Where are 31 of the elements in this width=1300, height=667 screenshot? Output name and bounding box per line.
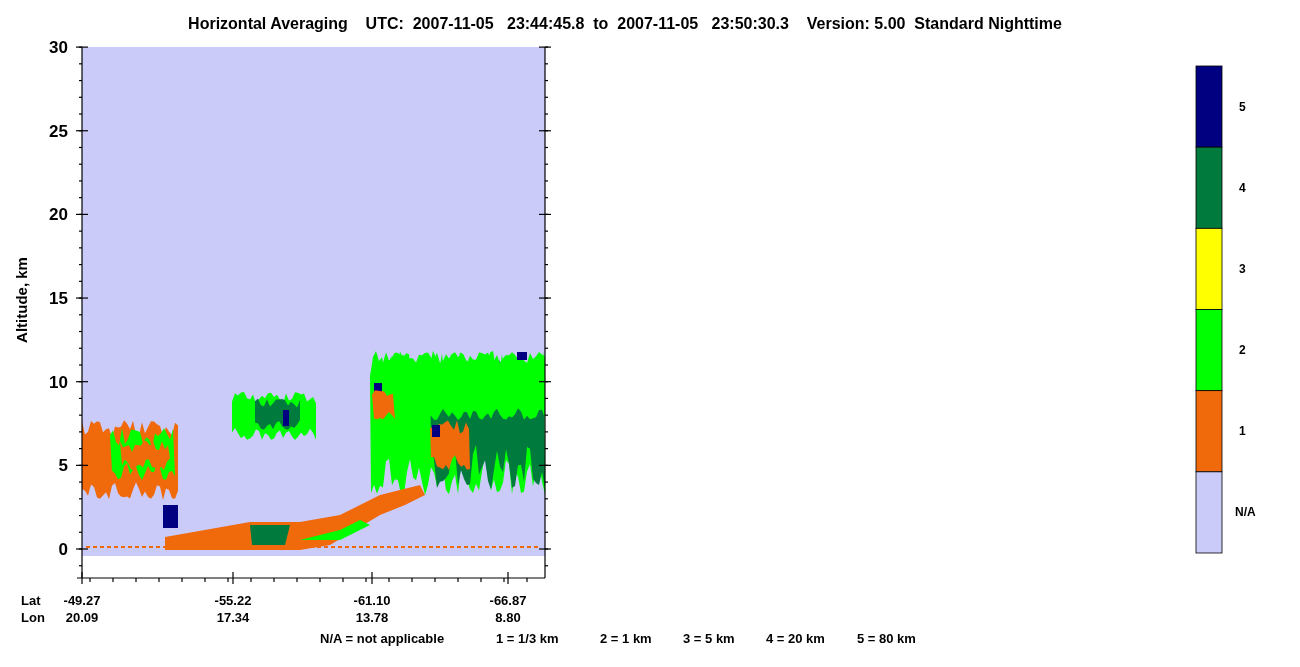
colorbar-label: N/A [1235, 505, 1256, 520]
x-tick-label: -61.10 [353, 593, 391, 608]
y-tick-label: 0 [58, 540, 68, 559]
colorbar-label: 1 [1239, 424, 1246, 439]
colorbar-label: 5 [1239, 99, 1246, 114]
y-tick-label: 5 [58, 456, 68, 476]
y-tick-label: 25 [49, 121, 68, 141]
y-tick-label: 30 [49, 38, 68, 58]
y-tick-label: 10 [49, 372, 68, 392]
legend-text: 4 = 20 km [766, 631, 825, 646]
x-tick-label: 13.78 [355, 610, 389, 625]
legend-text: 1 = 1/3 km [496, 631, 559, 646]
colorbar-label: 4 [1239, 180, 1246, 195]
x-tick-label: 17.34 [216, 610, 250, 625]
colorbar-label: 3 [1239, 261, 1246, 276]
x-row-label: Lon [21, 610, 45, 625]
y-tick-label: 20 [49, 205, 68, 225]
y-axis-label: Altitude, km [13, 257, 30, 343]
x-tick-label: 20.09 [65, 610, 99, 625]
x-row-label: Lat [21, 593, 41, 608]
x-tick-label: 8.80 [495, 610, 521, 625]
legend-text: N/A = not applicable [320, 631, 445, 646]
x-tick-label: -55.22 [214, 593, 252, 608]
legend-text: 2 = 1 km [600, 631, 652, 646]
chart-title: Horizontal Averaging UTC: 2007-11-05 23:44:45.8 to 2007-11-05 23:50:30.3 Version: 5.00 Standard Nighttime [188, 15, 1062, 32]
y-tick-label: 15 [49, 289, 68, 309]
colorbar-label: 2 [1239, 343, 1246, 358]
legend-text: 5 = 80 km [857, 631, 916, 646]
legend-text: 3 = 5 km [683, 631, 735, 646]
x-tick-label: -66.87 [489, 593, 527, 608]
x-tick-label: -49.27 [63, 593, 101, 608]
